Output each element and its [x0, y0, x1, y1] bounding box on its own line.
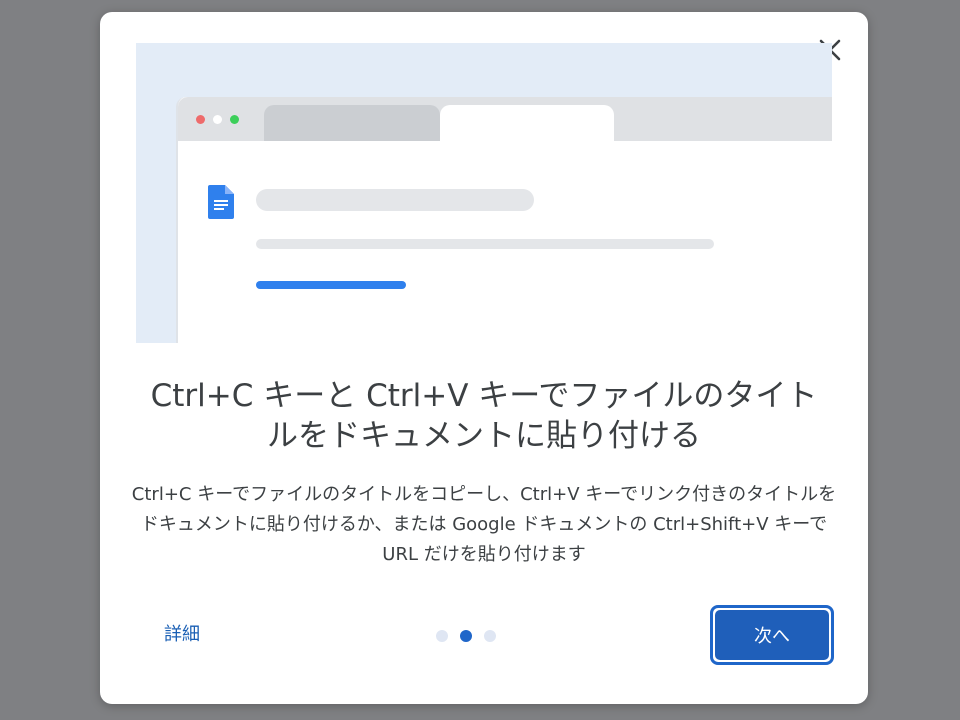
next-button[interactable]: 次へ [710, 605, 834, 665]
learn-more-link[interactable]: 詳細 [164, 620, 200, 646]
dialog-headline: Ctrl+C キーと Ctrl+V キーでファイルのタイトルをドキュメントに貼り… [150, 378, 818, 454]
browser-tab-bar [178, 97, 832, 141]
page-dot-3 [484, 630, 496, 642]
window-minimize-dot [213, 115, 222, 124]
page-dot-2-active [460, 630, 472, 642]
illustration [136, 43, 832, 343]
text-placeholder-line [256, 239, 714, 249]
onboarding-dialog: Ctrl+C キーと Ctrl+V キーでファイルのタイトルをドキュメントに貼り… [100, 12, 868, 704]
title-placeholder-line [256, 189, 534, 211]
page-indicator [436, 629, 496, 643]
link-placeholder-line [256, 281, 406, 289]
page-dot-1 [436, 630, 448, 642]
window-maximize-dot [230, 115, 239, 124]
browser-tab-inactive [264, 105, 440, 141]
google-docs-icon [208, 185, 234, 219]
next-button-label: 次へ [715, 610, 829, 660]
browser-tab-active [440, 105, 614, 141]
window-close-dot [196, 115, 205, 124]
browser-window-illustration [176, 97, 832, 343]
dialog-description: Ctrl+C キーでファイルのタイトルをコピーし、Ctrl+V キーでリンク付き… [131, 484, 837, 565]
